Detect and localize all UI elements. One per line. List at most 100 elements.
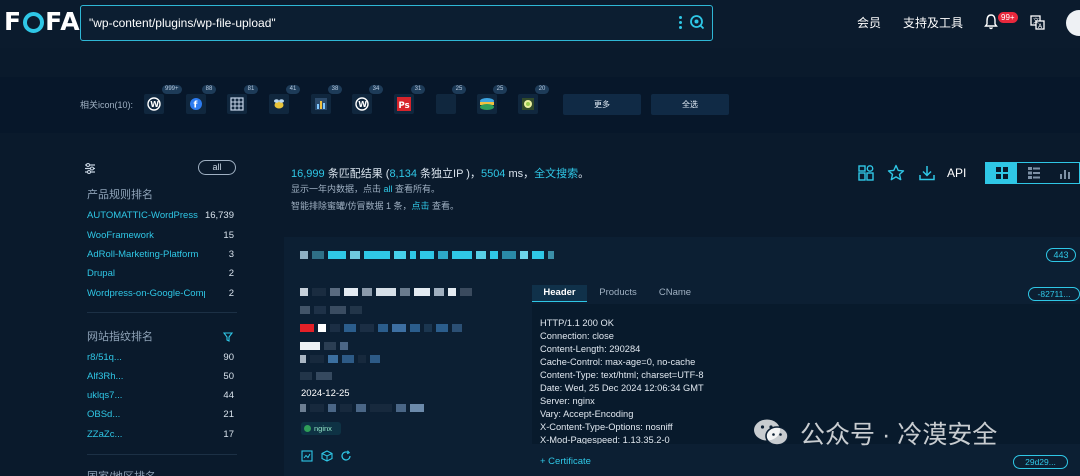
fingerprint-name: uklqs7... [87,390,123,401]
product-rank-row[interactable]: Drupal 2 [87,266,234,282]
tab-products[interactable]: Products [592,285,644,302]
list-view-button[interactable] [1018,163,1049,183]
server-tag[interactable]: nginx [301,422,341,435]
fingerprint-rank-row[interactable]: OBSd... 21 [87,407,234,423]
chart-icon[interactable] [311,94,331,114]
redacted-org [300,324,462,332]
cube-icon[interactable] [321,450,333,462]
certificate-toggle[interactable]: + Certificate [540,456,591,467]
download-icon[interactable] [918,164,936,182]
bar-chart-icon [1059,170,1070,179]
fulltext-suffix: 。 [578,168,590,180]
aggregation-sidebar: all 产品规则排名 AUTOMATTIC-WordPress 16,739 W… [80,156,240,476]
sparkle-icon[interactable] [518,94,538,114]
search-input[interactable] [89,14,649,32]
fingerprint-name: r8/51q... [87,352,122,363]
view-toggle [985,162,1080,184]
icon-count: 25 [493,85,507,94]
ps-icon[interactable]: Ps [394,94,414,114]
fingerprint-name: Alf3Rh... [87,371,124,382]
fofa-logo[interactable]: F FA [4,6,81,36]
api-button[interactable]: API [947,166,966,180]
refresh-icon[interactable] [340,450,352,462]
search-icon[interactable] [689,14,705,30]
icon-count: 38 [328,85,342,94]
product-rank-row[interactable]: Wordpress-on-Google-Compu... 2 [87,286,234,302]
fingerprint-rank-row[interactable]: r8/51q... 90 [87,350,234,366]
fingerprint-name: OBSd... [87,409,121,420]
product-count: 3 [228,249,234,260]
notification-badge: 99+ [998,12,1018,23]
top-bar: F FA 会员 支持及工具 99+ 文 A [0,0,1080,48]
fingerprint-name: ZZaZc... [87,429,123,440]
all-toggle-button[interactable]: all [198,160,236,175]
fingerprint-count: 17 [223,429,234,440]
header-line: X-Mod-Pagespeed: 1.13.35.2-0 [540,435,670,444]
product-rank-row[interactable]: AdRoll-Marketing-Platform 3 [87,247,234,263]
wechat-icon [754,419,789,446]
screenshot-icon[interactable] [301,450,313,462]
product-rank-row[interactable]: WooFramework 15 [87,228,234,244]
one-year-notice: 显示一年内数据，点击 all 查看所有。 [291,182,440,195]
redacted-ip [300,306,362,314]
fulltext-search-link[interactable]: 全文搜索 [534,168,578,180]
svg-text:Ps: Ps [399,101,410,111]
product-count: 15 [223,230,234,241]
fingerprint-count: 90 [223,352,234,363]
related-icons-label: 相关icon(10): [80,100,134,110]
total-count: 16,999 [291,168,325,180]
stats-view-button[interactable] [1049,163,1080,183]
icon-count: 88 [202,85,216,94]
search-options-icon[interactable] [678,14,682,32]
port-badge[interactable]: 443 [1046,248,1076,262]
filter-settings-icon[interactable] [84,162,96,174]
view-all-link[interactable]: all [384,184,393,194]
ms-suffix: ms， [505,168,535,180]
grid-icon[interactable] [227,94,247,114]
avatar[interactable] [1066,10,1080,36]
blank-icon[interactable] [436,94,456,114]
fingerprint-rank-row[interactable]: ZZaZc... 17 [87,427,234,443]
header-line: Cache-Control: max-age=0, no-cache [540,357,696,367]
list-view-icon [1027,167,1040,179]
results-summary: 16,999 条匹配结果 (8,134 条独立IP )，5504 ms，全文搜索… [291,165,589,181]
tab-header[interactable]: Header [532,285,587,302]
analysis-icon[interactable] [857,164,875,182]
divider [87,454,237,455]
more-icons-button[interactable]: 更多 [563,94,641,115]
related-icons-bar: 相关icon(10): 999+ W 88 f 81 41 38 34 W 31… [0,77,1080,133]
logo-text-left: F [4,6,23,36]
product-rank-row[interactable]: AUTOMATTIC-WordPress 16,739 [87,208,234,224]
product-name: Drupal [87,268,115,279]
stack-icon[interactable] [477,94,497,114]
svg-text:W: W [150,100,159,109]
blue-circle-icon[interactable]: f [186,94,206,114]
redacted-extra [300,372,332,380]
bee-icon[interactable] [269,94,289,114]
grid-view-button[interactable] [986,163,1017,183]
fingerprint-rank-row[interactable]: Alf3Rh... 50 [87,369,234,385]
header-hash-badge[interactable]: -82711... [1028,287,1080,301]
header-line: Server: nginx [540,396,595,406]
select-all-button[interactable]: 全选 [651,94,729,115]
product-rank-title: 产品规则排名 [87,189,153,201]
nav-support-tools[interactable]: 支持及工具 [903,14,963,31]
view-honeypot-link[interactable]: 点击 [412,201,430,211]
fingerprint-rank-row[interactable]: uklqs7... 44 [87,388,234,404]
logo-ring-icon [23,11,45,33]
bell-icon[interactable] [984,14,998,30]
funnel-icon[interactable] [223,332,233,342]
wordpress-icon[interactable]: W [144,94,164,114]
translate-icon[interactable]: 文 A [1030,15,1045,30]
nav-member[interactable]: 会员 [857,14,881,31]
header-line: HTTP/1.1 200 OK [540,318,614,328]
nginx-icon [304,425,311,432]
certificate-hash-badge[interactable]: 29d29... [1013,455,1068,469]
product-name: Wordpress-on-Google-Compu... [87,288,205,299]
tab-cname[interactable]: CName [650,285,700,302]
star-icon[interactable] [887,164,905,182]
result-detail-tabs: Header Products CName [532,285,1080,302]
header-line: X-Content-Type-Options: nosniff [540,422,673,432]
notice-text: 显示一年内数据，点击 [291,184,384,194]
wordpress-alt-icon[interactable]: W [352,94,372,114]
